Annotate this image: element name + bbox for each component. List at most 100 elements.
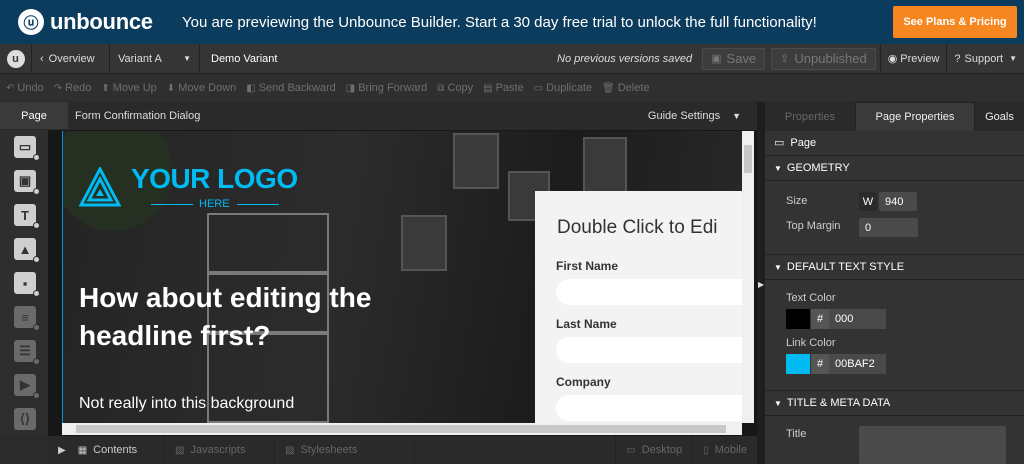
tab-properties[interactable]: Properties	[765, 102, 855, 131]
move-up-label: Move Up	[112, 82, 157, 94]
paste-button[interactable]: ▤ Paste	[483, 82, 524, 94]
default-text-style-section[interactable]: ▼ DEFAULT TEXT STYLE	[765, 254, 1024, 280]
guide-settings-dropdown[interactable]: Guide Settings ▼	[648, 110, 741, 122]
background-frame	[583, 137, 627, 193]
redo-button[interactable]: ↷ Redo	[54, 82, 92, 94]
code-widget-icon[interactable]: ⟨⟩	[14, 408, 36, 430]
variant-label: Variant A	[118, 52, 162, 65]
mobile-label: Mobile	[714, 444, 747, 456]
bring-forward-label: Bring Forward	[358, 82, 428, 94]
panel-divider[interactable]: ▶	[757, 102, 765, 464]
preview-button[interactable]: ◉ Preview	[879, 43, 947, 74]
background-frame	[453, 133, 499, 189]
desktop-view-button[interactable]: ▭ Desktop	[615, 436, 694, 464]
unpublished-button[interactable]: ⇪ Unpublished	[771, 47, 876, 70]
move-up-icon: ⬆	[101, 82, 110, 94]
title-input[interactable]	[859, 426, 1006, 464]
support-button[interactable]: ? Support ▼	[946, 43, 1024, 74]
form-title[interactable]: Double Click to Edi	[557, 217, 718, 239]
first-name-field[interactable]	[556, 279, 742, 305]
canvas-tabbar: Page Form Confirmation Dialog Guide Sett…	[0, 102, 757, 129]
builder-topbar: u ‹ Overview Variant A ▼ Demo Variant No…	[0, 43, 1024, 74]
overview-label: Overview	[48, 52, 95, 65]
text-color-swatch[interactable]	[786, 309, 810, 329]
title-meta-title: TITLE & META DATA	[786, 397, 891, 409]
app-logo[interactable]: u	[0, 43, 32, 74]
paste-icon: ▤	[483, 82, 493, 94]
geometry-section[interactable]: ▼ GEOMETRY	[765, 155, 1024, 181]
tab-goals[interactable]: Goals	[975, 102, 1024, 131]
logo-subtext: HERE	[199, 198, 230, 210]
canvas-horizontal-scrollbar[interactable]	[62, 423, 742, 435]
top-margin-input[interactable]: 0	[859, 218, 918, 237]
save-label: Save	[726, 51, 757, 66]
last-name-field[interactable]	[556, 337, 742, 363]
undo-button[interactable]: ↶ Undo	[6, 82, 44, 94]
lead-form[interactable]: Double Click to Edi First Name Last Name…	[535, 191, 742, 427]
save-icon: ▣	[711, 53, 722, 65]
unpublished-label: Unpublished	[794, 51, 867, 66]
scroll-thumb[interactable]	[76, 425, 726, 433]
desktop-label: Desktop	[641, 444, 683, 456]
width-input[interactable]: 940	[879, 192, 917, 211]
link-color-input[interactable]: 00BAF2	[829, 354, 886, 374]
text-color-label: Text Color	[786, 292, 836, 304]
js-icon: ▨	[175, 444, 185, 456]
stylesheets-button[interactable]: ▨ Stylesheets	[275, 436, 415, 464]
logo-text: YOUR LOGO	[131, 163, 298, 194]
caret-right-icon: ▶	[758, 280, 765, 289]
contents-button[interactable]: ▶ ▦ Contents	[48, 436, 165, 464]
delete-button[interactable]: 🗑 Delete	[602, 82, 650, 94]
company-label: Company	[556, 375, 611, 389]
eye-icon: ◉	[887, 53, 898, 65]
move-down-button[interactable]: ⬇ Move Down	[167, 82, 236, 94]
chevron-left-icon: ‹	[40, 52, 44, 65]
canvas-vertical-scrollbar[interactable]	[742, 131, 754, 423]
help-icon: ?	[954, 52, 961, 65]
duplicate-button[interactable]: ▭ Duplicate	[534, 82, 592, 94]
company-field[interactable]	[556, 395, 742, 421]
text-color-input[interactable]: 000	[829, 309, 886, 329]
mobile-view-button[interactable]: ▯ Mobile	[693, 436, 757, 464]
overview-link[interactable]: ‹ Overview	[32, 43, 110, 74]
copy-button[interactable]: ⧉ Copy	[437, 82, 473, 94]
variant-title[interactable]: Demo Variant	[200, 44, 557, 74]
see-plans-button[interactable]: See Plans & Pricing	[893, 6, 1017, 38]
variant-selector[interactable]: Variant A ▼	[110, 43, 200, 74]
title-label: Title	[786, 428, 807, 440]
layers-icon: ▦	[77, 444, 88, 456]
widget-handle	[33, 358, 40, 365]
preview-label: Preview	[900, 52, 940, 65]
logo-divider	[237, 204, 279, 205]
title-meta-section[interactable]: ▼ TITLE & META DATA	[765, 390, 1024, 416]
chevron-down-icon: ▼	[774, 398, 782, 408]
tab-page-properties[interactable]: Page Properties	[855, 102, 975, 131]
page-section[interactable]: YOUR LOGO HERE How about editing the hea…	[62, 131, 742, 427]
brand[interactable]: ⓤ unbounce	[18, 9, 178, 35]
tab-page[interactable]: Page	[0, 102, 68, 129]
widget-handle	[33, 188, 40, 195]
duplicate-icon: ▭	[533, 82, 544, 94]
javascripts-button[interactable]: ▨ Javascripts	[165, 436, 275, 464]
top-margin-label: Top Margin	[786, 220, 841, 232]
save-button[interactable]: ▣ Save	[702, 47, 766, 70]
link-color-label: Link Color	[786, 337, 836, 349]
page-canvas[interactable]: YOUR LOGO HERE How about editing the hea…	[48, 130, 757, 436]
send-backward-button[interactable]: ◧ Send Backward	[246, 82, 336, 94]
copy-icon: ⧉	[437, 82, 445, 94]
chevron-down-icon: ▼	[183, 54, 191, 63]
panel-tabs: Properties Page Properties Goals	[765, 102, 1024, 131]
scroll-thumb[interactable]	[744, 145, 752, 173]
bring-forward-button[interactable]: ◨ Bring Forward	[346, 82, 428, 94]
tab-form-confirmation[interactable]: Form Confirmation Dialog	[75, 110, 648, 122]
banner-message: You are previewing the Unbounce Builder.…	[182, 13, 817, 31]
redo-label: Redo	[65, 82, 92, 94]
link-color-swatch[interactable]	[786, 354, 810, 374]
unbounce-mark-icon: u	[6, 49, 25, 68]
page-body-text[interactable]: Not really into this background	[79, 393, 379, 415]
page-headline[interactable]: How about editing the headline first?	[79, 279, 409, 355]
css-icon: ▨	[285, 444, 295, 456]
undo-icon: ↶	[6, 82, 15, 94]
mobile-icon: ▯	[703, 444, 709, 456]
move-up-button[interactable]: ⬆ Move Up	[101, 82, 156, 94]
